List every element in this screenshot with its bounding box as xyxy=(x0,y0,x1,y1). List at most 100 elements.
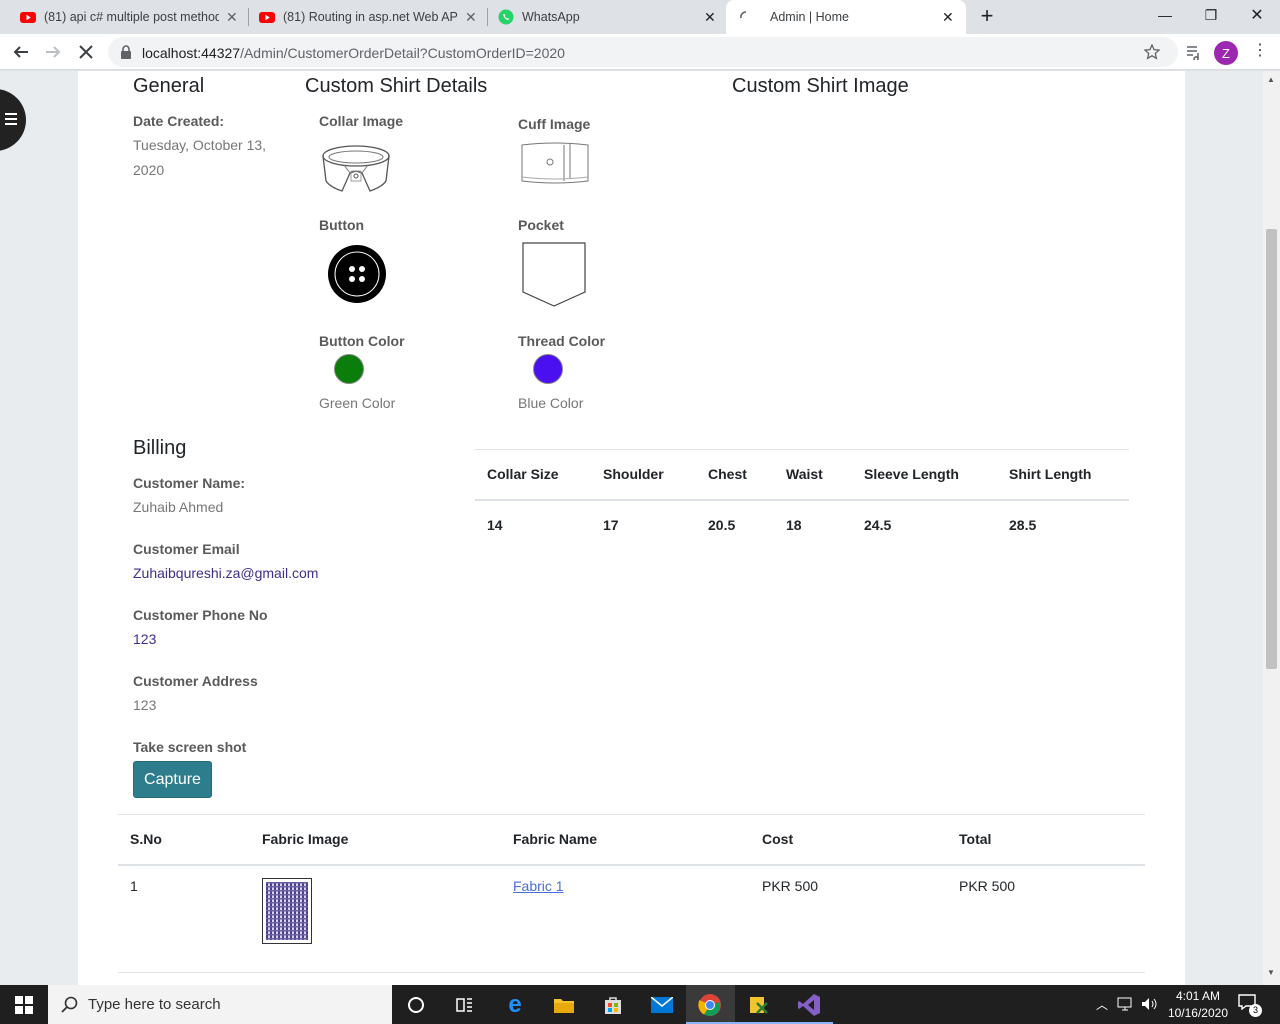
button-color-swatch xyxy=(334,354,364,384)
close-tab-icon[interactable]: ✕ xyxy=(942,9,954,26)
shoulder-header: Shoulder xyxy=(603,466,664,483)
close-window-button[interactable]: ✕ xyxy=(1234,0,1280,30)
waist-value: 18 xyxy=(786,517,802,533)
customer-phone-value[interactable]: 123 xyxy=(133,627,156,652)
close-tab-icon[interactable]: ✕ xyxy=(226,9,238,26)
fabric-thumbnail[interactable] xyxy=(262,877,312,944)
system-clock[interactable]: 4:01 AM 10/16/2020 xyxy=(1168,988,1228,1022)
show-hidden-icons[interactable]: ︿ xyxy=(1096,996,1108,1013)
close-tab-icon[interactable]: ✕ xyxy=(465,9,477,26)
shirt-image-heading: Custom Shirt Image xyxy=(732,75,909,97)
task-view-icon[interactable] xyxy=(451,992,477,1018)
action-center-button[interactable]: 3 xyxy=(1238,994,1262,1017)
app-taskbar-button[interactable] xyxy=(735,985,784,1024)
collar-image xyxy=(322,145,390,192)
visual-studio-icon xyxy=(798,994,820,1016)
waist-header: Waist xyxy=(786,466,823,483)
visual-studio-taskbar-button[interactable] xyxy=(784,985,833,1024)
customer-name-value: Zuhaib Ahmed xyxy=(133,499,224,515)
chest-header: Chest xyxy=(708,466,747,483)
cuff-image xyxy=(521,142,589,184)
collar-size-header: Collar Size xyxy=(487,466,559,483)
chrome-taskbar-button[interactable] xyxy=(686,985,735,1024)
profile-avatar[interactable]: Z xyxy=(1214,41,1238,65)
volume-icon[interactable] xyxy=(1141,997,1157,1011)
tab-youtube-routing[interactable]: (81) Routing in asp.net Web API | ✕ xyxy=(259,0,487,34)
restore-button[interactable]: ❐ xyxy=(1188,0,1234,30)
button-label: Button xyxy=(319,217,365,233)
chrome-icon xyxy=(698,994,721,1016)
media-controls-icon[interactable] xyxy=(1186,44,1202,60)
total-header: Total xyxy=(959,831,992,848)
store-icon[interactable] xyxy=(600,992,626,1018)
fabric-sno: 1 xyxy=(118,864,250,973)
youtube-icon xyxy=(259,12,275,23)
table-row: 1 Fabric 1 PKR 500 PKR 500 xyxy=(118,864,1145,973)
mail-icon[interactable] xyxy=(649,992,675,1018)
page-scrollbar[interactable]: ▲ ▼ xyxy=(1263,71,1280,985)
stop-reload-button[interactable] xyxy=(74,40,98,64)
page-viewport: General Date Created: Tuesday, October 1… xyxy=(0,71,1280,985)
sql-tool-icon xyxy=(750,997,768,1014)
search-icon xyxy=(61,996,78,1013)
shoulder-value: 17 xyxy=(603,517,619,533)
fabric-name-link[interactable]: Fabric 1 xyxy=(513,878,564,894)
scroll-down-icon[interactable]: ▼ xyxy=(1267,968,1275,977)
close-tab-icon[interactable]: ✕ xyxy=(704,9,716,26)
date-created-value-line2: 2020 xyxy=(133,162,165,178)
tab-title: Admin | Home xyxy=(770,10,849,24)
back-button[interactable] xyxy=(9,40,33,64)
hamburger-icon xyxy=(5,113,17,125)
scroll-up-icon[interactable]: ▲ xyxy=(1267,75,1275,84)
taskbar-search-placeholder: Type here to search xyxy=(88,996,221,1013)
chest-value: 20.5 xyxy=(708,517,736,533)
more-menu-icon[interactable]: ⋮ xyxy=(1252,42,1268,60)
clock-date: 10/16/2020 xyxy=(1167,1006,1228,1020)
scrollbar-thumb[interactable] xyxy=(1266,229,1277,669)
tab-whatsapp[interactable]: WhatsApp ✕ xyxy=(498,0,723,34)
customer-name-label: Customer Name: xyxy=(133,475,246,491)
tab-title: (81) api c# multiple post method xyxy=(44,10,219,24)
table-header-row: S.No Fabric Image Fabric Name Cost Total xyxy=(118,814,1145,865)
shirt-length-value: 28.5 xyxy=(1009,517,1037,533)
notification-count-badge: 3 xyxy=(1249,1004,1262,1017)
network-icon[interactable] xyxy=(1117,997,1135,1011)
close-icon xyxy=(79,45,93,59)
new-tab-button[interactable]: + xyxy=(976,5,998,27)
taskbar-search-box[interactable]: Type here to search xyxy=(48,985,392,1024)
customer-email-value[interactable]: Zuhaibqureshi.za@gmail.com xyxy=(133,561,318,586)
minimize-button[interactable]: — xyxy=(1142,0,1188,30)
url-text: localhost:44327/Admin/CustomerOrderDetai… xyxy=(142,45,565,61)
shirt-length-header: Shirt Length xyxy=(1009,466,1092,483)
button-color-name: Green Color xyxy=(319,395,396,411)
measurements-table: Collar Size Shoulder Chest Waist Sleeve … xyxy=(475,449,1129,550)
date-created-value-line1: Tuesday, October 13, xyxy=(133,137,267,153)
tab-admin-home[interactable]: Admin | Home ✕ xyxy=(726,0,966,34)
date-created-label: Date Created: xyxy=(133,113,225,129)
loading-spinner-icon xyxy=(740,11,747,19)
billing-heading: Billing xyxy=(133,437,187,459)
sleeve-length-value: 24.5 xyxy=(864,517,892,533)
star-icon[interactable] xyxy=(1144,44,1160,60)
sno-header: S.No xyxy=(130,831,162,848)
shirt-details-heading: Custom Shirt Details xyxy=(305,75,488,97)
edge-icon[interactable]: e xyxy=(502,991,528,1018)
whatsapp-icon xyxy=(498,9,514,25)
general-heading: General xyxy=(133,75,205,97)
address-bar[interactable]: localhost:44327/Admin/CustomerOrderDetai… xyxy=(108,37,1178,67)
sidebar-toggle-button[interactable] xyxy=(0,89,26,151)
tab-youtube-api[interactable]: (81) api c# multiple post method ✕ xyxy=(20,0,248,34)
file-explorer-icon[interactable] xyxy=(551,992,577,1018)
windows-start-icon[interactable] xyxy=(15,996,33,1014)
fabric-table: S.No Fabric Image Fabric Name Cost Total… xyxy=(118,814,1145,973)
tab-title: WhatsApp xyxy=(522,10,580,24)
arrow-left-icon xyxy=(13,46,28,58)
forward-button[interactable] xyxy=(41,40,65,64)
capture-button[interactable]: Capture xyxy=(133,761,212,798)
cortana-icon[interactable] xyxy=(403,992,429,1018)
thread-color-swatch xyxy=(533,354,563,384)
sleeve-length-header: Sleeve Length xyxy=(864,466,959,483)
button-image xyxy=(328,245,386,303)
collar-size-value: 14 xyxy=(487,517,503,533)
cuff-image-label: Cuff Image xyxy=(518,116,591,132)
